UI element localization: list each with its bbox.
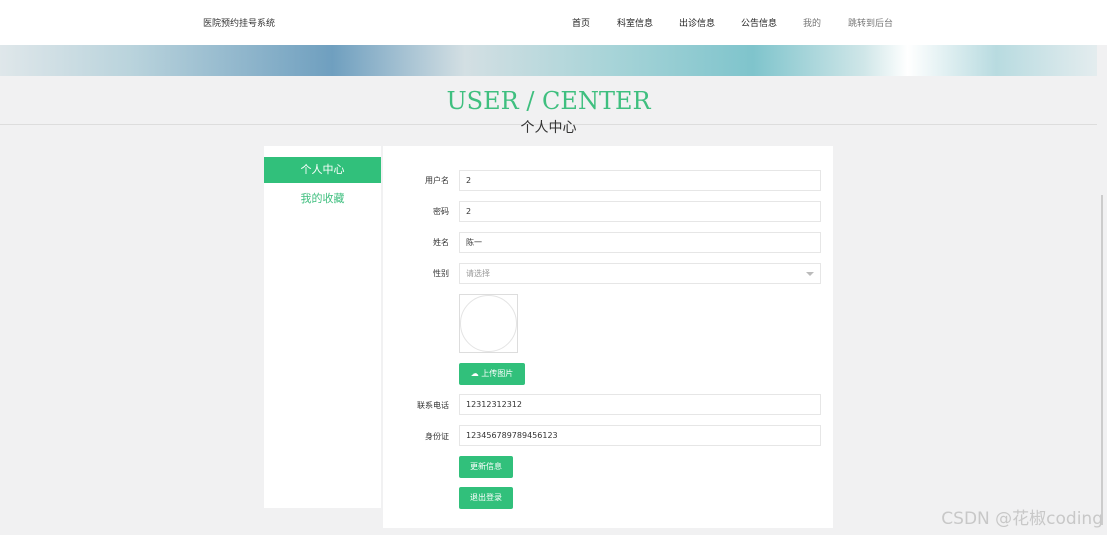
idcard-label: 身份证 — [425, 432, 449, 441]
upload-image-button[interactable]: ☁ 上传图片 — [459, 363, 525, 385]
username-input[interactable]: 2 — [459, 170, 821, 191]
nav-home[interactable]: 首页 — [572, 16, 590, 29]
idcard-input[interactable]: 123456789789456123 — [459, 425, 821, 446]
nav-mine[interactable]: 我的 — [803, 16, 821, 29]
page-title-cn: 个人中心 — [520, 120, 577, 136]
cloud-upload-icon: ☁ — [470, 369, 479, 378]
scrollbar[interactable] — [1097, 45, 1107, 535]
sidebar-item-favorites[interactable]: 我的收藏 — [264, 190, 381, 206]
phone-input[interactable]: 12312312312 — [459, 394, 821, 415]
sidebar: 个人中心 我的收藏 — [264, 146, 381, 508]
watermark: CSDN @花椒coding — [941, 509, 1103, 529]
password-label: 密码 — [433, 207, 449, 216]
site-brand[interactable]: 医院预约挂号系统 — [203, 16, 275, 29]
username-label: 用户名 — [425, 176, 449, 185]
upload-label: 上传图片 — [481, 369, 514, 378]
name-label: 姓名 — [433, 238, 449, 247]
nav-schedules[interactable]: 出诊信息 — [679, 16, 715, 29]
page-title-en: USER / CENTER — [446, 87, 651, 115]
name-input[interactable]: 陈一 — [459, 232, 821, 253]
gender-placeholder: 请选择 — [466, 269, 490, 278]
banner-image — [0, 45, 1107, 76]
nav-departments[interactable]: 科室信息 — [617, 16, 653, 29]
phone-label: 联系电话 — [417, 401, 449, 410]
nav-admin[interactable]: 跳转到后台 — [848, 16, 893, 29]
update-info-button[interactable]: 更新信息 — [459, 456, 513, 478]
sidebar-item-profile[interactable]: 个人中心 — [264, 157, 381, 183]
password-input[interactable]: 2 — [459, 201, 821, 222]
nav-notices[interactable]: 公告信息 — [741, 16, 777, 29]
logout-button[interactable]: 退出登录 — [459, 487, 513, 509]
top-navbar: 医院预约挂号系统 首页 科室信息 出诊信息 公告信息 我的 跳转到后台 — [0, 0, 1107, 45]
avatar-image — [459, 294, 518, 353]
gender-select[interactable]: 请选择 — [459, 263, 821, 284]
chevron-down-icon — [806, 272, 814, 276]
gender-label: 性别 — [433, 269, 449, 278]
profile-form: 用户名 2 密码 2 姓名 陈一 性别 请选择 ☁ 上传图片 联系电话 1231… — [383, 146, 833, 528]
